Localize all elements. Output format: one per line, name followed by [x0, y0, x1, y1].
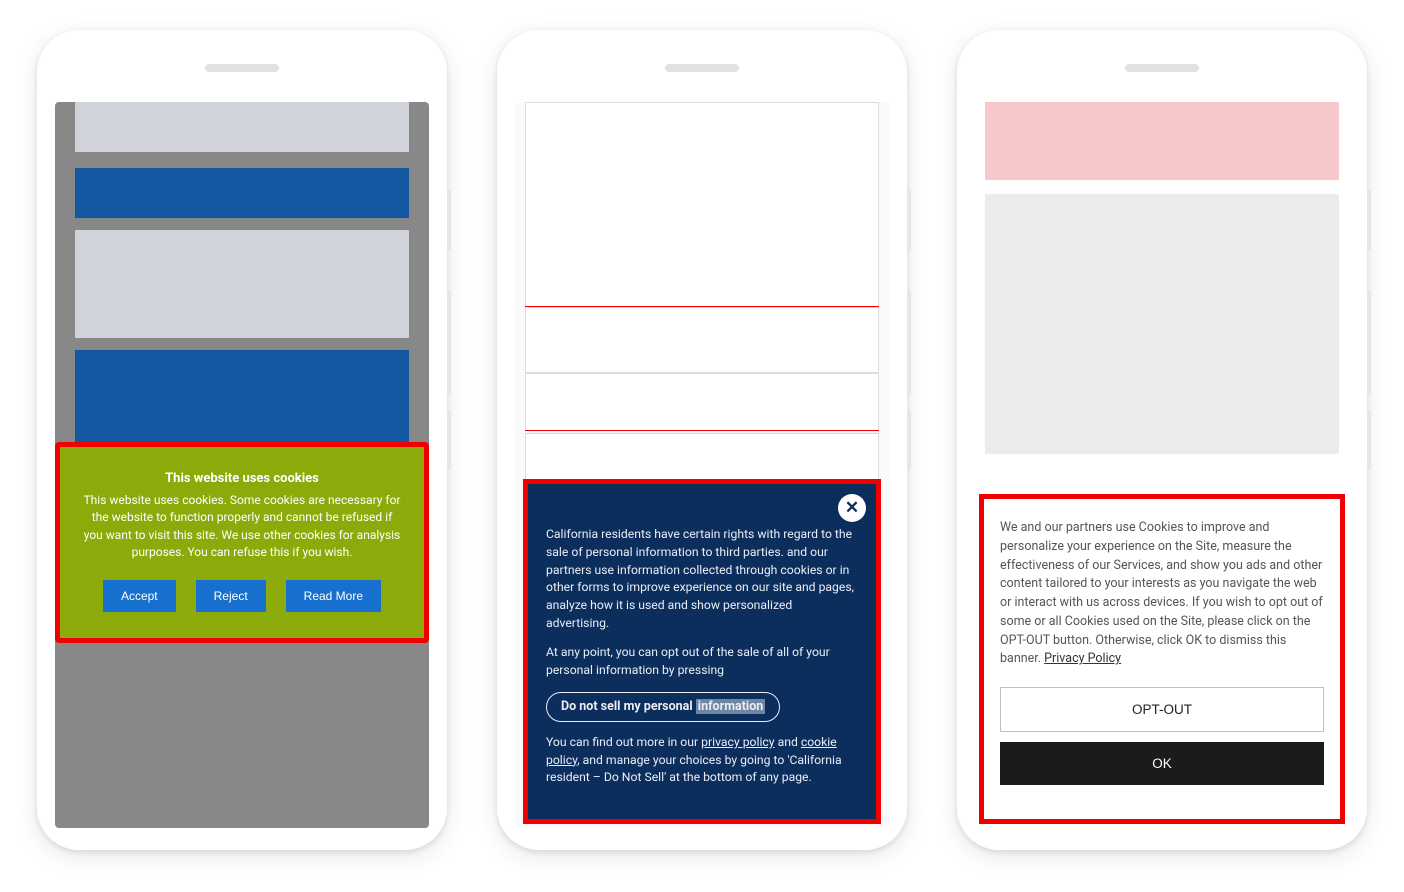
- ok-button[interactable]: OK: [1000, 742, 1324, 785]
- cookie-banner-actions: Accept Reject Read More: [82, 580, 402, 612]
- reject-button[interactable]: Reject: [196, 580, 266, 612]
- phone-side-button: [1367, 410, 1371, 470]
- phone-screen-1: This website uses cookies This website u…: [55, 102, 429, 828]
- privacy-policy-link[interactable]: Privacy Policy: [1044, 651, 1121, 666]
- cookie-banner-paragraph: We and our partners use Cookies to impro…: [1000, 519, 1324, 669]
- phone-mockup-3: We and our partners use Cookies to impro…: [957, 30, 1367, 850]
- cookie-banner-2: ✕ California residents have certain righ…: [528, 484, 876, 819]
- phone-side-button: [447, 410, 451, 470]
- text: Do not sell my personal: [561, 699, 696, 714]
- cookie-banner-paragraph: California residents have certain rights…: [546, 526, 858, 632]
- phone-mockup-2: ✕ California residents have certain righ…: [497, 30, 907, 850]
- phone-speaker: [205, 64, 279, 72]
- phone-screen-3: We and our partners use Cookies to impro…: [975, 102, 1349, 828]
- text: and: [775, 735, 801, 749]
- close-icon[interactable]: ✕: [838, 494, 866, 522]
- phone-speaker: [1125, 64, 1199, 72]
- phone-side-button: [1367, 290, 1371, 395]
- placeholder-block: [75, 230, 409, 338]
- phone-side-button: [447, 290, 451, 395]
- placeholder-block: [525, 373, 879, 431]
- cookie-banner-1: This website uses cookies This website u…: [60, 447, 424, 638]
- cookie-banner-paragraph: You can find out more in our privacy pol…: [546, 734, 858, 787]
- phone-side-button: [907, 410, 911, 470]
- accept-button[interactable]: Accept: [103, 580, 176, 612]
- highlight-frame: We and our partners use Cookies to impro…: [979, 494, 1345, 824]
- placeholder-block: [525, 102, 879, 307]
- cookie-banner-title: This website uses cookies: [82, 471, 402, 486]
- phone-side-button: [447, 190, 451, 250]
- placeholder-block: [75, 102, 409, 152]
- do-not-sell-button[interactable]: Do not sell my personal information: [546, 692, 780, 722]
- phone-mockup-1: This website uses cookies This website u…: [37, 30, 447, 850]
- divider-line: [525, 430, 879, 431]
- highlight-frame: ✕ California residents have certain righ…: [523, 479, 881, 824]
- cookie-banner-text: This website uses cookies. Some cookies …: [82, 492, 402, 562]
- phone-side-button: [907, 190, 911, 250]
- text: , and manage your choices by going to 'C…: [546, 753, 842, 785]
- text: You can find out more in our: [546, 735, 701, 749]
- placeholder-block: [985, 194, 1339, 454]
- text: We and our partners use Cookies to impro…: [1000, 520, 1323, 666]
- opt-out-button[interactable]: OPT-OUT: [1000, 687, 1324, 732]
- highlight-frame: This website uses cookies This website u…: [55, 442, 429, 643]
- cookie-banner-paragraph: At any point, you can opt out of the sal…: [546, 644, 858, 679]
- placeholder-block: [525, 307, 879, 373]
- placeholder-block: [985, 102, 1339, 180]
- placeholder-block: [75, 168, 409, 218]
- phone-speaker: [665, 64, 739, 72]
- privacy-policy-link[interactable]: privacy policy: [701, 735, 774, 749]
- text-highlight: information: [696, 699, 766, 714]
- phone-side-button: [1367, 190, 1371, 250]
- phone-screen-2: ✕ California residents have certain righ…: [515, 102, 889, 828]
- read-more-button[interactable]: Read More: [286, 580, 381, 612]
- cookie-banner-3: We and our partners use Cookies to impro…: [984, 499, 1340, 819]
- phone-side-button: [907, 290, 911, 395]
